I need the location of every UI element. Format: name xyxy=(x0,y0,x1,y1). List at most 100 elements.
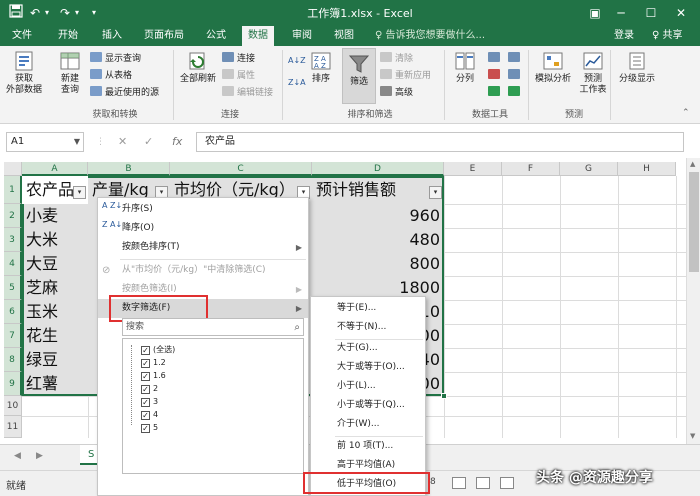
advanced-filter-button[interactable]: 高级 xyxy=(380,86,413,100)
menu-sort-ascending[interactable]: A Z↓ 升序(S) xyxy=(98,200,308,219)
page-break-view-icon[interactable] xyxy=(500,477,514,489)
from-table-button[interactable]: 从表格 xyxy=(90,69,132,83)
cell-a8[interactable]: 绿豆 xyxy=(26,348,86,372)
column-header-d[interactable]: D xyxy=(312,162,444,176)
text-to-columns-button[interactable]: 分列 xyxy=(448,50,482,85)
name-box[interactable]: A1 ▼ xyxy=(6,132,84,152)
new-query-button[interactable]: 新建 查询 xyxy=(54,50,86,96)
remove-duplicates-button[interactable] xyxy=(488,69,503,83)
fill-handle[interactable] xyxy=(441,393,447,399)
checkbox-checked-icon[interactable]: ✓ xyxy=(141,411,150,420)
filter-value-item[interactable]: ✓ 1.2 xyxy=(141,356,166,369)
row-header-2[interactable]: 2 xyxy=(4,204,22,228)
row-header-8[interactable]: 8 xyxy=(4,348,22,372)
submenu-less-than[interactable]: 小于(L)... xyxy=(311,377,425,396)
row-header-7[interactable]: 7 xyxy=(4,324,22,348)
submenu-greater-than[interactable]: 大于(G)... xyxy=(311,339,425,358)
column-header-h[interactable]: H xyxy=(618,162,676,176)
filter-value-select-all[interactable]: ✓ (全选) xyxy=(141,343,175,356)
filter-button[interactable]: 筛选 xyxy=(342,48,376,104)
maximize-button[interactable]: ☐ xyxy=(640,3,662,23)
what-if-analysis-button[interactable]: 模拟分析 xyxy=(532,50,574,85)
outline-button[interactable]: 分级显示 xyxy=(614,50,660,85)
formula-input[interactable]: 农产品 xyxy=(196,132,684,152)
collapse-ribbon-icon[interactable]: ⌃ xyxy=(682,108,690,118)
submenu-between[interactable]: 介于(W)... xyxy=(311,415,425,434)
filter-dropdown-d[interactable]: ▾ xyxy=(429,186,442,199)
scroll-up-icon[interactable]: ▲ xyxy=(690,160,695,168)
tab-view[interactable]: 视图 xyxy=(328,26,360,46)
submenu-equals[interactable]: 等于(E)... xyxy=(311,299,425,318)
recent-sources-button[interactable]: 最近使用的源 xyxy=(90,86,159,100)
column-header-g[interactable]: G xyxy=(560,162,618,176)
submenu-greater-or-equal[interactable]: 大于或等于(O)... xyxy=(311,358,425,377)
menu-sort-by-color[interactable]: 按颜色排序(T) ▶ xyxy=(98,238,308,257)
tab-home[interactable]: 开始 xyxy=(52,26,84,46)
row-header-3[interactable]: 3 xyxy=(4,228,22,252)
filter-value-item[interactable]: ✓ 2 xyxy=(141,382,158,395)
tab-review[interactable]: 审阅 xyxy=(286,26,318,46)
filter-value-item[interactable]: ✓ 1.6 xyxy=(141,369,166,382)
redo-dropdown-icon[interactable]: ▾ xyxy=(72,4,82,22)
filter-values-list[interactable]: ✓ (全选) ✓ 1.2 ✓ 1.6 ✓ 2 ✓ 3 ✓ 4 ✓ 5 xyxy=(122,338,304,474)
save-icon[interactable] xyxy=(8,4,24,22)
relationships-button[interactable] xyxy=(508,69,523,83)
checkbox-checked-icon[interactable]: ✓ xyxy=(141,346,150,355)
page-layout-view-icon[interactable] xyxy=(476,477,490,489)
tell-me-search[interactable]: ♀ 告诉我您想要做什么... xyxy=(375,26,485,46)
filter-value-item[interactable]: ✓ 3 xyxy=(141,395,158,408)
cell-a4[interactable]: 大豆 xyxy=(26,252,86,276)
sign-in-link[interactable]: 登录 xyxy=(614,26,634,46)
properties-button[interactable]: 属性 xyxy=(222,69,255,83)
row-header-1[interactable]: 1 xyxy=(4,176,22,204)
confirm-entry-icon[interactable]: ✓ xyxy=(144,132,153,152)
checkbox-checked-icon[interactable]: ✓ xyxy=(141,385,150,394)
connections-button[interactable]: 连接 xyxy=(222,52,255,66)
tab-file[interactable]: 文件 xyxy=(6,26,38,46)
filter-value-item[interactable]: ✓ 4 xyxy=(141,408,158,421)
cancel-entry-icon[interactable]: ✕ xyxy=(118,132,127,152)
sheet-next-icon[interactable]: ▶ xyxy=(36,451,43,461)
sort-button[interactable]: Z AA Z 排序 xyxy=(306,50,336,85)
row-header-11[interactable]: 11 xyxy=(4,416,22,438)
get-external-data-button[interactable]: 获取 外部数据 xyxy=(2,50,46,96)
insert-function-icon[interactable]: fx xyxy=(172,132,182,152)
column-header-c[interactable]: C xyxy=(170,162,312,176)
cell-a7[interactable]: 花生 xyxy=(26,324,86,348)
tab-formulas[interactable]: 公式 xyxy=(200,26,232,46)
select-all-corner[interactable] xyxy=(4,162,22,176)
scrollbar-thumb[interactable] xyxy=(689,172,699,272)
manage-data-model-button[interactable] xyxy=(508,86,523,100)
cell-a1[interactable]: 农产品 xyxy=(26,178,80,202)
share-button[interactable]: ♀ 共享 xyxy=(652,26,683,46)
edit-links-button[interactable]: 编辑链接 xyxy=(222,86,273,100)
refresh-all-button[interactable]: 全部刷新 xyxy=(176,50,220,85)
column-header-b[interactable]: B xyxy=(88,162,170,176)
filter-search-input[interactable]: 搜索 ⌕ xyxy=(122,318,304,336)
checkbox-checked-icon[interactable]: ✓ xyxy=(141,424,150,433)
undo-icon[interactable]: ↶ xyxy=(28,4,42,22)
reapply-button[interactable]: 重新应用 xyxy=(380,69,431,83)
close-button[interactable]: ✕ xyxy=(670,3,692,23)
clear-filter-button[interactable]: 清除 xyxy=(380,52,413,66)
tab-insert[interactable]: 插入 xyxy=(96,26,128,46)
vertical-scrollbar[interactable]: ▲ ▼ xyxy=(686,158,700,444)
checkbox-checked-icon[interactable]: ✓ xyxy=(141,359,150,368)
name-box-dropdown-icon[interactable]: ▼ xyxy=(74,133,80,151)
flash-fill-button[interactable] xyxy=(488,52,503,66)
consolidate-button[interactable] xyxy=(508,52,523,66)
customize-toolbar-icon[interactable]: ▾ xyxy=(88,4,100,22)
column-header-f[interactable]: F xyxy=(502,162,560,176)
tab-page-layout[interactable]: 页面布局 xyxy=(138,26,190,46)
row-header-4[interactable]: 4 xyxy=(4,252,22,276)
forecast-sheet-button[interactable]: 预测 工作表 xyxy=(576,50,610,96)
normal-view-icon[interactable] xyxy=(452,477,466,489)
sort-ascending-button[interactable]: A↓Z xyxy=(288,54,306,68)
sort-descending-button[interactable]: Z↓A xyxy=(288,76,306,90)
submenu-top-10[interactable]: 前 10 项(T)... xyxy=(311,437,425,456)
cell-d3[interactable]: 480 xyxy=(330,228,440,252)
column-header-a[interactable]: A xyxy=(22,162,88,176)
undo-dropdown-icon[interactable]: ▾ xyxy=(42,4,52,22)
show-queries-button[interactable]: 显示查询 xyxy=(90,52,141,66)
row-header-5[interactable]: 5 xyxy=(4,276,22,300)
